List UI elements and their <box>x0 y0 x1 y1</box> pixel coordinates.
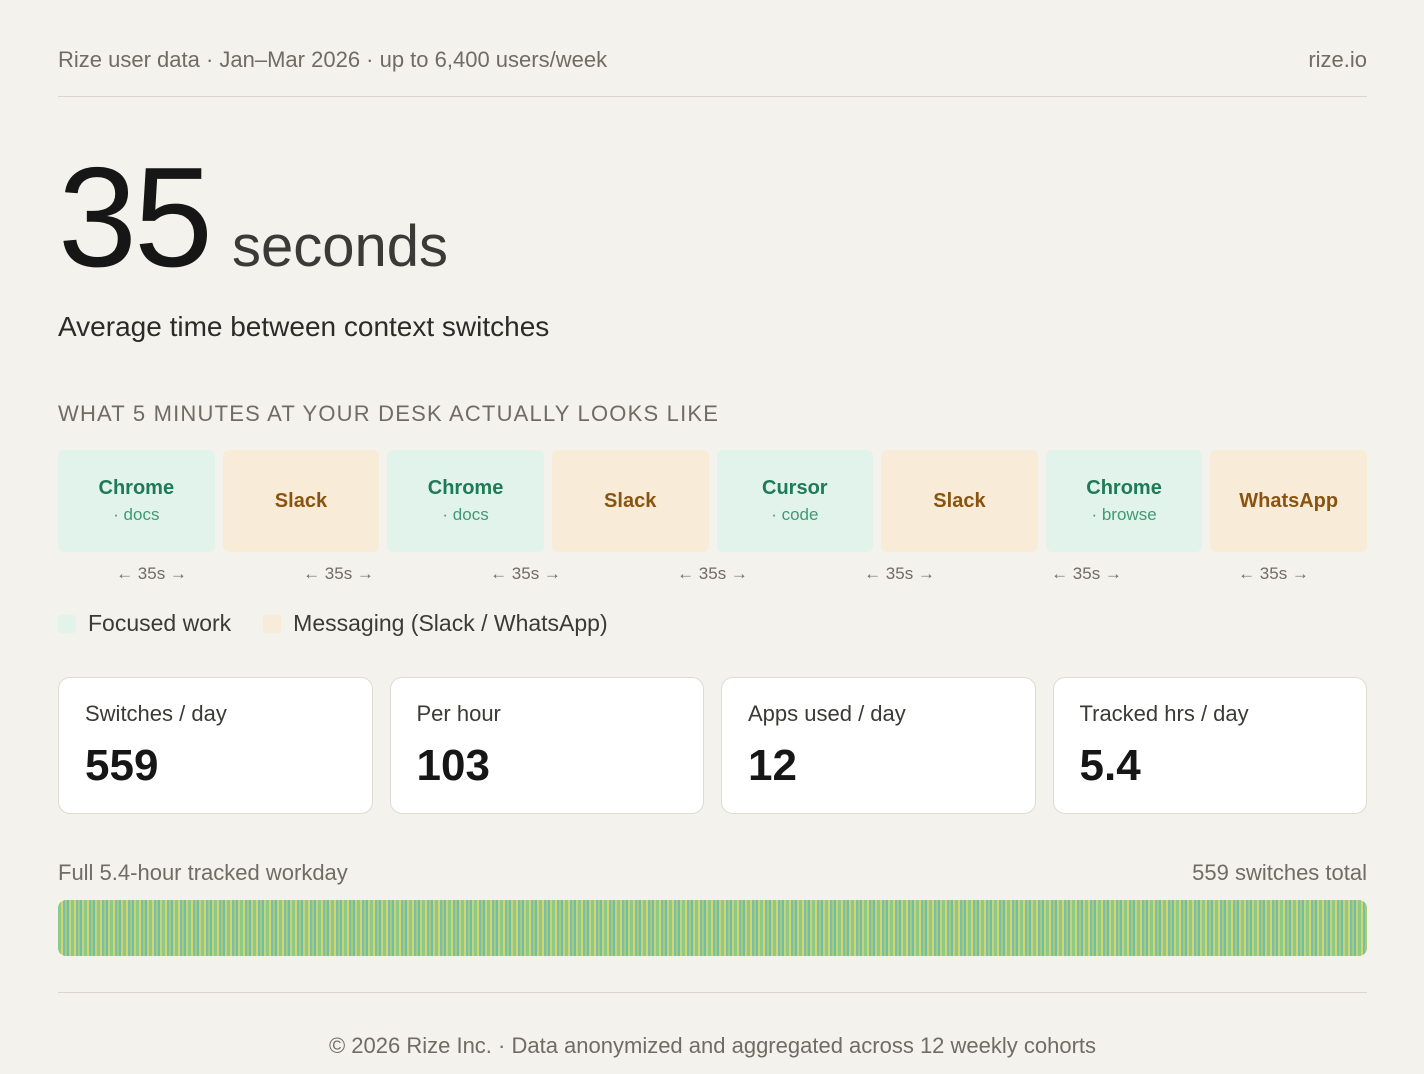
site-link[interactable]: rize.io <box>1308 47 1367 73</box>
messaging-swatch-icon <box>263 614 282 633</box>
stat-card-per-hour: Per hour 103 <box>389 677 704 814</box>
activity-app: Slack <box>604 489 657 512</box>
activity-app: Cursor <box>762 477 828 499</box>
stat-cards: Switches / day 559 Per hour 103 Apps use… <box>58 677 1367 814</box>
interval-label: ← 35s → <box>1051 564 1122 583</box>
stat-card-switches: Switches / day 559 <box>58 677 373 814</box>
stat-label: Switches / day <box>85 701 227 726</box>
activity-block: WhatsApp <box>1210 450 1367 552</box>
activity-block: Slack <box>222 450 380 552</box>
activity-block: Chrome · docs <box>58 450 215 552</box>
interval-label: ← 35s → <box>1238 564 1309 583</box>
header: Rize user data · Jan–Mar 2026 · up to 6,… <box>58 0 1367 97</box>
footer-divider <box>58 992 1367 993</box>
activity-blocks: Chrome · docs Slack Chrome · docs Slack … <box>58 450 1367 552</box>
hero-metric: 35 seconds <box>58 147 1367 289</box>
activity-detail: · docs <box>113 505 160 524</box>
activity-block: Slack <box>881 450 1038 552</box>
activity-block: Chrome · browse <box>1045 450 1203 552</box>
hero-value: 35 <box>58 138 213 297</box>
activity-block: Slack <box>551 450 709 552</box>
stat-value: 12 <box>748 741 797 790</box>
activity-detail: · docs <box>442 505 489 524</box>
legend-label: Messaging (Slack / WhatsApp) <box>293 610 608 636</box>
stat-card-apps: Apps used / day 12 <box>721 677 1036 814</box>
hero-subtitle: Average time between context switches <box>58 311 550 342</box>
stat-label: Per hour <box>416 701 501 726</box>
interval-label: ← 35s → <box>116 564 187 583</box>
activity-detail: · code <box>771 505 819 524</box>
activity-block: Cursor · code <box>716 450 874 552</box>
legend: Focused work Messaging (Slack / WhatsApp… <box>58 610 1367 637</box>
legend-item-messaging: Messaging (Slack / WhatsApp) <box>263 610 608 637</box>
stat-label: Tracked hrs / day <box>1079 701 1249 726</box>
interval-label: ← 35s → <box>490 564 561 583</box>
page: Rize user data · Jan–Mar 2026 · up to 6,… <box>58 0 1367 1059</box>
stat-label: Apps used / day <box>748 701 906 726</box>
legend-item-focus: Focused work <box>58 610 231 637</box>
workday-timeline-bar <box>58 900 1367 956</box>
interval-label: ← 35s → <box>677 564 748 583</box>
legend-label: Focused work <box>88 610 232 636</box>
hero-unit: seconds <box>231 214 448 279</box>
activity-app: WhatsApp <box>1239 489 1339 512</box>
stat-value: 559 <box>85 741 159 790</box>
timeline-right-label: 559 switches total <box>1192 860 1367 885</box>
activity-app: Chrome <box>427 477 504 499</box>
focus-swatch-icon <box>58 614 76 633</box>
activity-detail: · browse <box>1091 505 1157 524</box>
timeline-header: Full 5.4-hour tracked workday 559 switch… <box>58 860 1367 886</box>
stat-value: 5.4 <box>1079 741 1141 790</box>
activity-app: Chrome <box>98 477 175 499</box>
footer-note: © 2026 Rize Inc. · Data anonymized and a… <box>328 1033 1097 1058</box>
activity-app: Slack <box>274 489 328 512</box>
activity-app: Chrome <box>1086 477 1162 499</box>
stat-card-tracked-hours: Tracked hrs / day 5.4 <box>1052 677 1367 814</box>
interval-label: ← 35s → <box>864 564 935 583</box>
stat-value: 103 <box>416 741 490 790</box>
activity-block: Chrome · docs <box>387 450 544 552</box>
timeline-left-label: Full 5.4-hour tracked workday <box>58 860 348 885</box>
data-source-note: Rize user data · Jan–Mar 2026 · up to 6,… <box>58 47 608 72</box>
section-title: WHAT 5 MINUTES AT YOUR DESK ACTUALLY LOO… <box>58 401 720 426</box>
activity-app: Slack <box>933 489 986 512</box>
interval-label: ← 35s → <box>303 564 374 583</box>
interval-labels: ← 35s → ← 35s → ← 35s → ← 35s → ← 35s → … <box>58 564 1367 586</box>
